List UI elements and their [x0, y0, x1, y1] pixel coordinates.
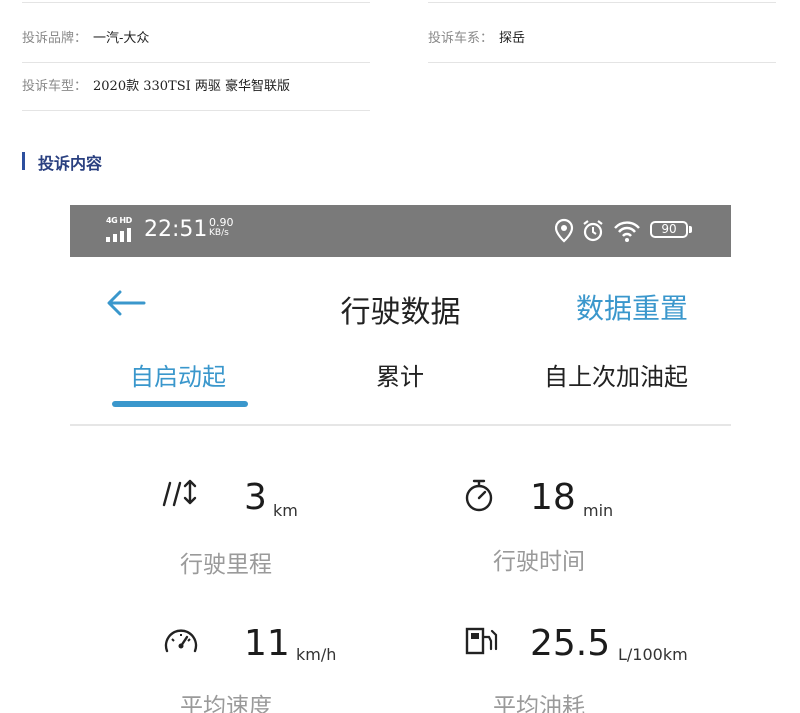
battery-icon: 90 — [650, 221, 692, 238]
complaint-series-label: 投诉车系： — [428, 30, 494, 46]
speed-unit: km/h — [296, 645, 337, 664]
status-bar: 4G HD 22:51 0.90 KB/s 90 — [70, 205, 731, 257]
network-speed: 0.90 KB/s — [209, 217, 234, 239]
network-speed-value: 0.90 — [209, 216, 234, 229]
tab-since-refuel[interactable]: 自上次加油起 — [544, 357, 688, 392]
road-distance-icon — [162, 479, 197, 507]
active-tab-indicator — [112, 401, 248, 407]
fuel-label: 平均油耗 — [493, 694, 585, 713]
speed-value: 11 — [244, 623, 290, 664]
network-speed-unit: KB/s — [209, 228, 229, 238]
distance-value: 3 — [244, 477, 267, 518]
wifi-icon — [614, 221, 640, 242]
tab-since-start[interactable]: 自启动起 — [130, 357, 226, 392]
tab-cumulative[interactable]: 累计 — [376, 357, 424, 392]
complaint-brand-label: 投诉品牌： — [22, 30, 88, 46]
complaint-model-label: 投诉车型： — [22, 78, 88, 94]
complaint-series-row: 投诉车系： 探岳 — [428, 10, 776, 63]
fuel-value: 25.5 — [530, 623, 611, 664]
complaint-model-row: 投诉车型： 2020款 330TSI 两驱 豪华智联版 — [22, 58, 370, 111]
section-accent-bar — [22, 152, 25, 170]
stopwatch-icon — [465, 479, 493, 512]
fuel-unit: L/100km — [618, 645, 688, 664]
complaint-brand-value: 一汽-大众 — [93, 30, 150, 46]
status-icons — [555, 218, 640, 243]
tab-divider — [70, 424, 731, 426]
complaint-model-value: 2020款 330TSI 两驱 豪华智联版 — [93, 78, 291, 94]
network-type-label: 4G HD — [106, 216, 132, 225]
divider — [428, 2, 776, 3]
complaint-brand-row: 投诉品牌： 一汽-大众 — [22, 10, 370, 63]
divider — [22, 2, 370, 3]
speed-label: 平均速度 — [180, 694, 272, 713]
battery-level: 90 — [661, 222, 677, 236]
complaint-series-value: 探岳 — [499, 30, 526, 46]
signal-icon: 4G HD — [106, 216, 136, 244]
time-label: 行驶时间 — [493, 549, 585, 575]
time-unit: min — [583, 501, 614, 520]
distance-label: 行驶里程 — [180, 552, 272, 578]
fuel-pump-icon — [465, 627, 498, 655]
alarm-icon — [583, 220, 603, 242]
phone-screenshot: 4G HD 22:51 0.90 KB/s 90 行驶数据 数据重置 自启动起 … — [70, 205, 731, 713]
distance-unit: km — [273, 501, 298, 520]
section-title-complaint-content: 投诉内容 — [38, 154, 103, 173]
time-value: 18 — [530, 477, 576, 518]
location-icon — [555, 218, 574, 243]
speedometer-icon — [164, 629, 198, 653]
reset-data-button[interactable]: 数据重置 — [576, 287, 688, 327]
status-time: 22:51 — [144, 217, 208, 242]
